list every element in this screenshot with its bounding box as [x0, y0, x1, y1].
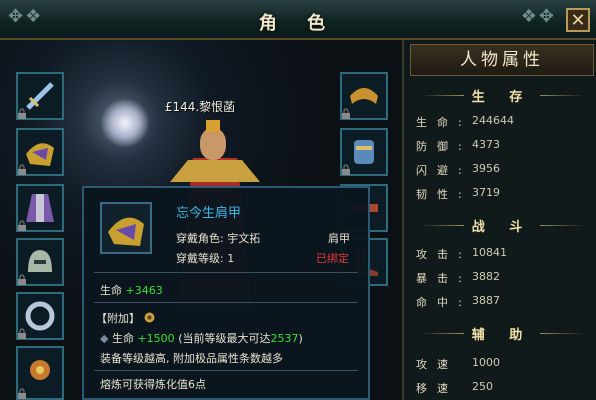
weapon-slot[interactable]: [16, 72, 64, 120]
tooltip-item-name: 忘今生肩甲: [176, 206, 242, 221]
stat-label: 攻击:: [416, 248, 472, 261]
attributes-header: 人物属性: [410, 44, 594, 76]
addon-header-text: 【附加】: [96, 312, 140, 325]
chest-slot[interactable]: [16, 184, 64, 232]
bracer-slot[interactable]: [340, 128, 388, 176]
lock-icon: [16, 108, 28, 120]
tooltip-bound-status: 已绑定: [316, 252, 349, 265]
tooltip-hint-2: 熔炼可获得炼化值6点: [100, 378, 206, 391]
amulet-slot[interactable]: [16, 346, 64, 400]
close-button[interactable]: ✕: [566, 8, 590, 32]
stat-row-crit: 暴击: 3882: [416, 270, 592, 290]
item-tooltip: 忘今生肩甲 穿戴角色: 宇文拓 肩甲 穿戴等级: 1 已绑定 生命 +3463 …: [82, 186, 370, 400]
tooltip-hint-1: 装备等级越高, 附加极品属性条数越多: [100, 352, 283, 365]
head-slot[interactable]: [340, 72, 388, 120]
section-title-combat: 战 斗: [414, 216, 590, 236]
lock-icon: [340, 108, 352, 120]
gear-icon: [144, 312, 155, 323]
stat-label: 防御:: [416, 140, 472, 153]
tooltip-divider: [94, 302, 358, 303]
stat-label: 攻速: [416, 358, 458, 371]
base-stat-value: +3463: [125, 284, 163, 297]
stat-value: 244644: [472, 114, 514, 127]
base-stat-label: 生命: [100, 284, 122, 297]
stat-value: 3956: [472, 162, 500, 175]
shoulder-slot-left[interactable]: [16, 128, 64, 176]
stat-value: 4373: [472, 138, 500, 151]
lock-icon: [16, 220, 28, 232]
stat-value: 10841: [472, 246, 507, 259]
section-title-support: 辅 助: [414, 324, 590, 344]
stat-label: 命中:: [416, 296, 472, 309]
stat-value: 3887: [472, 294, 500, 307]
attributes-panel: 人物属性 生 存 生命: 244644 防御: 4373 闪避: 3956 韧性…: [402, 40, 596, 400]
stat-row-accuracy: 命中: 3887: [416, 294, 592, 314]
lock-icon: [340, 164, 352, 176]
addon-note-prefix: (当前等级最大可达: [178, 332, 271, 345]
stat-label: 暴击:: [416, 272, 472, 285]
stat-label: 生命:: [416, 116, 472, 129]
tooltip-slot-type: 肩甲: [328, 232, 350, 245]
lock-icon: [16, 164, 28, 176]
tooltip-divider: [94, 272, 358, 273]
close-icon: ✕: [570, 10, 586, 31]
tooltip-wearer: 穿戴角色: 宇文拓: [176, 232, 261, 245]
addon-stat-label: 生命: [111, 332, 134, 345]
tooltip-addon-header: 【附加】: [96, 310, 156, 326]
addon-note-value: 2537: [270, 332, 299, 345]
addon-note-suffix: ): [298, 332, 303, 345]
shoulder-armor-icon: [108, 217, 144, 246]
character-panel: £144.黎恨菡 忘今生肩甲 穿戴角色: 宇文拓 肩甲 穿戴等级: 1 已绑定 …: [0, 40, 400, 400]
stat-row-attack-speed: 攻速 1000: [416, 356, 592, 376]
stat-label: 移速: [416, 382, 458, 395]
tooltip-addon-stat: ◆ 生命 +1500 (当前等级最大可达2537): [100, 330, 303, 346]
stat-row-attack: 攻击: 10841: [416, 246, 592, 266]
window-titlebar: ✥❖ 角 色 ❖✥ ✕: [0, 0, 596, 40]
lock-icon: [16, 328, 28, 340]
stat-value: 3719: [472, 186, 500, 199]
stat-value: 1000: [472, 356, 500, 369]
amulet-icon: [30, 360, 50, 380]
stat-row-dodge: 闪避: 3956: [416, 162, 592, 182]
stat-value: 250: [472, 380, 493, 393]
stat-row-hp: 生命: 244644: [416, 114, 592, 134]
tooltip-item-icon: [100, 202, 152, 254]
stat-row-move-speed: 移速 250: [416, 380, 592, 400]
lock-icon: [16, 388, 28, 400]
addon-stat-value: +1500: [137, 332, 175, 345]
lock-icon: [16, 274, 28, 286]
stat-row-defense: 防御: 4373: [416, 138, 592, 158]
stat-label: 闪避:: [416, 164, 472, 177]
stat-value: 3882: [472, 270, 500, 283]
diamond-bullet-icon: ◆: [100, 332, 109, 345]
helmet-slot[interactable]: [16, 238, 64, 286]
stat-label: 韧性:: [416, 188, 472, 201]
section-title-survival: 生 存: [414, 86, 590, 106]
stat-row-toughness: 韧性: 3719: [416, 186, 592, 206]
ornament-right: ❖✥: [520, 6, 556, 27]
ring-slot[interactable]: [16, 292, 64, 340]
tooltip-level: 穿戴等级: 1: [176, 252, 235, 265]
tooltip-divider: [94, 370, 358, 371]
tooltip-base-stat: 生命 +3463: [100, 282, 163, 298]
